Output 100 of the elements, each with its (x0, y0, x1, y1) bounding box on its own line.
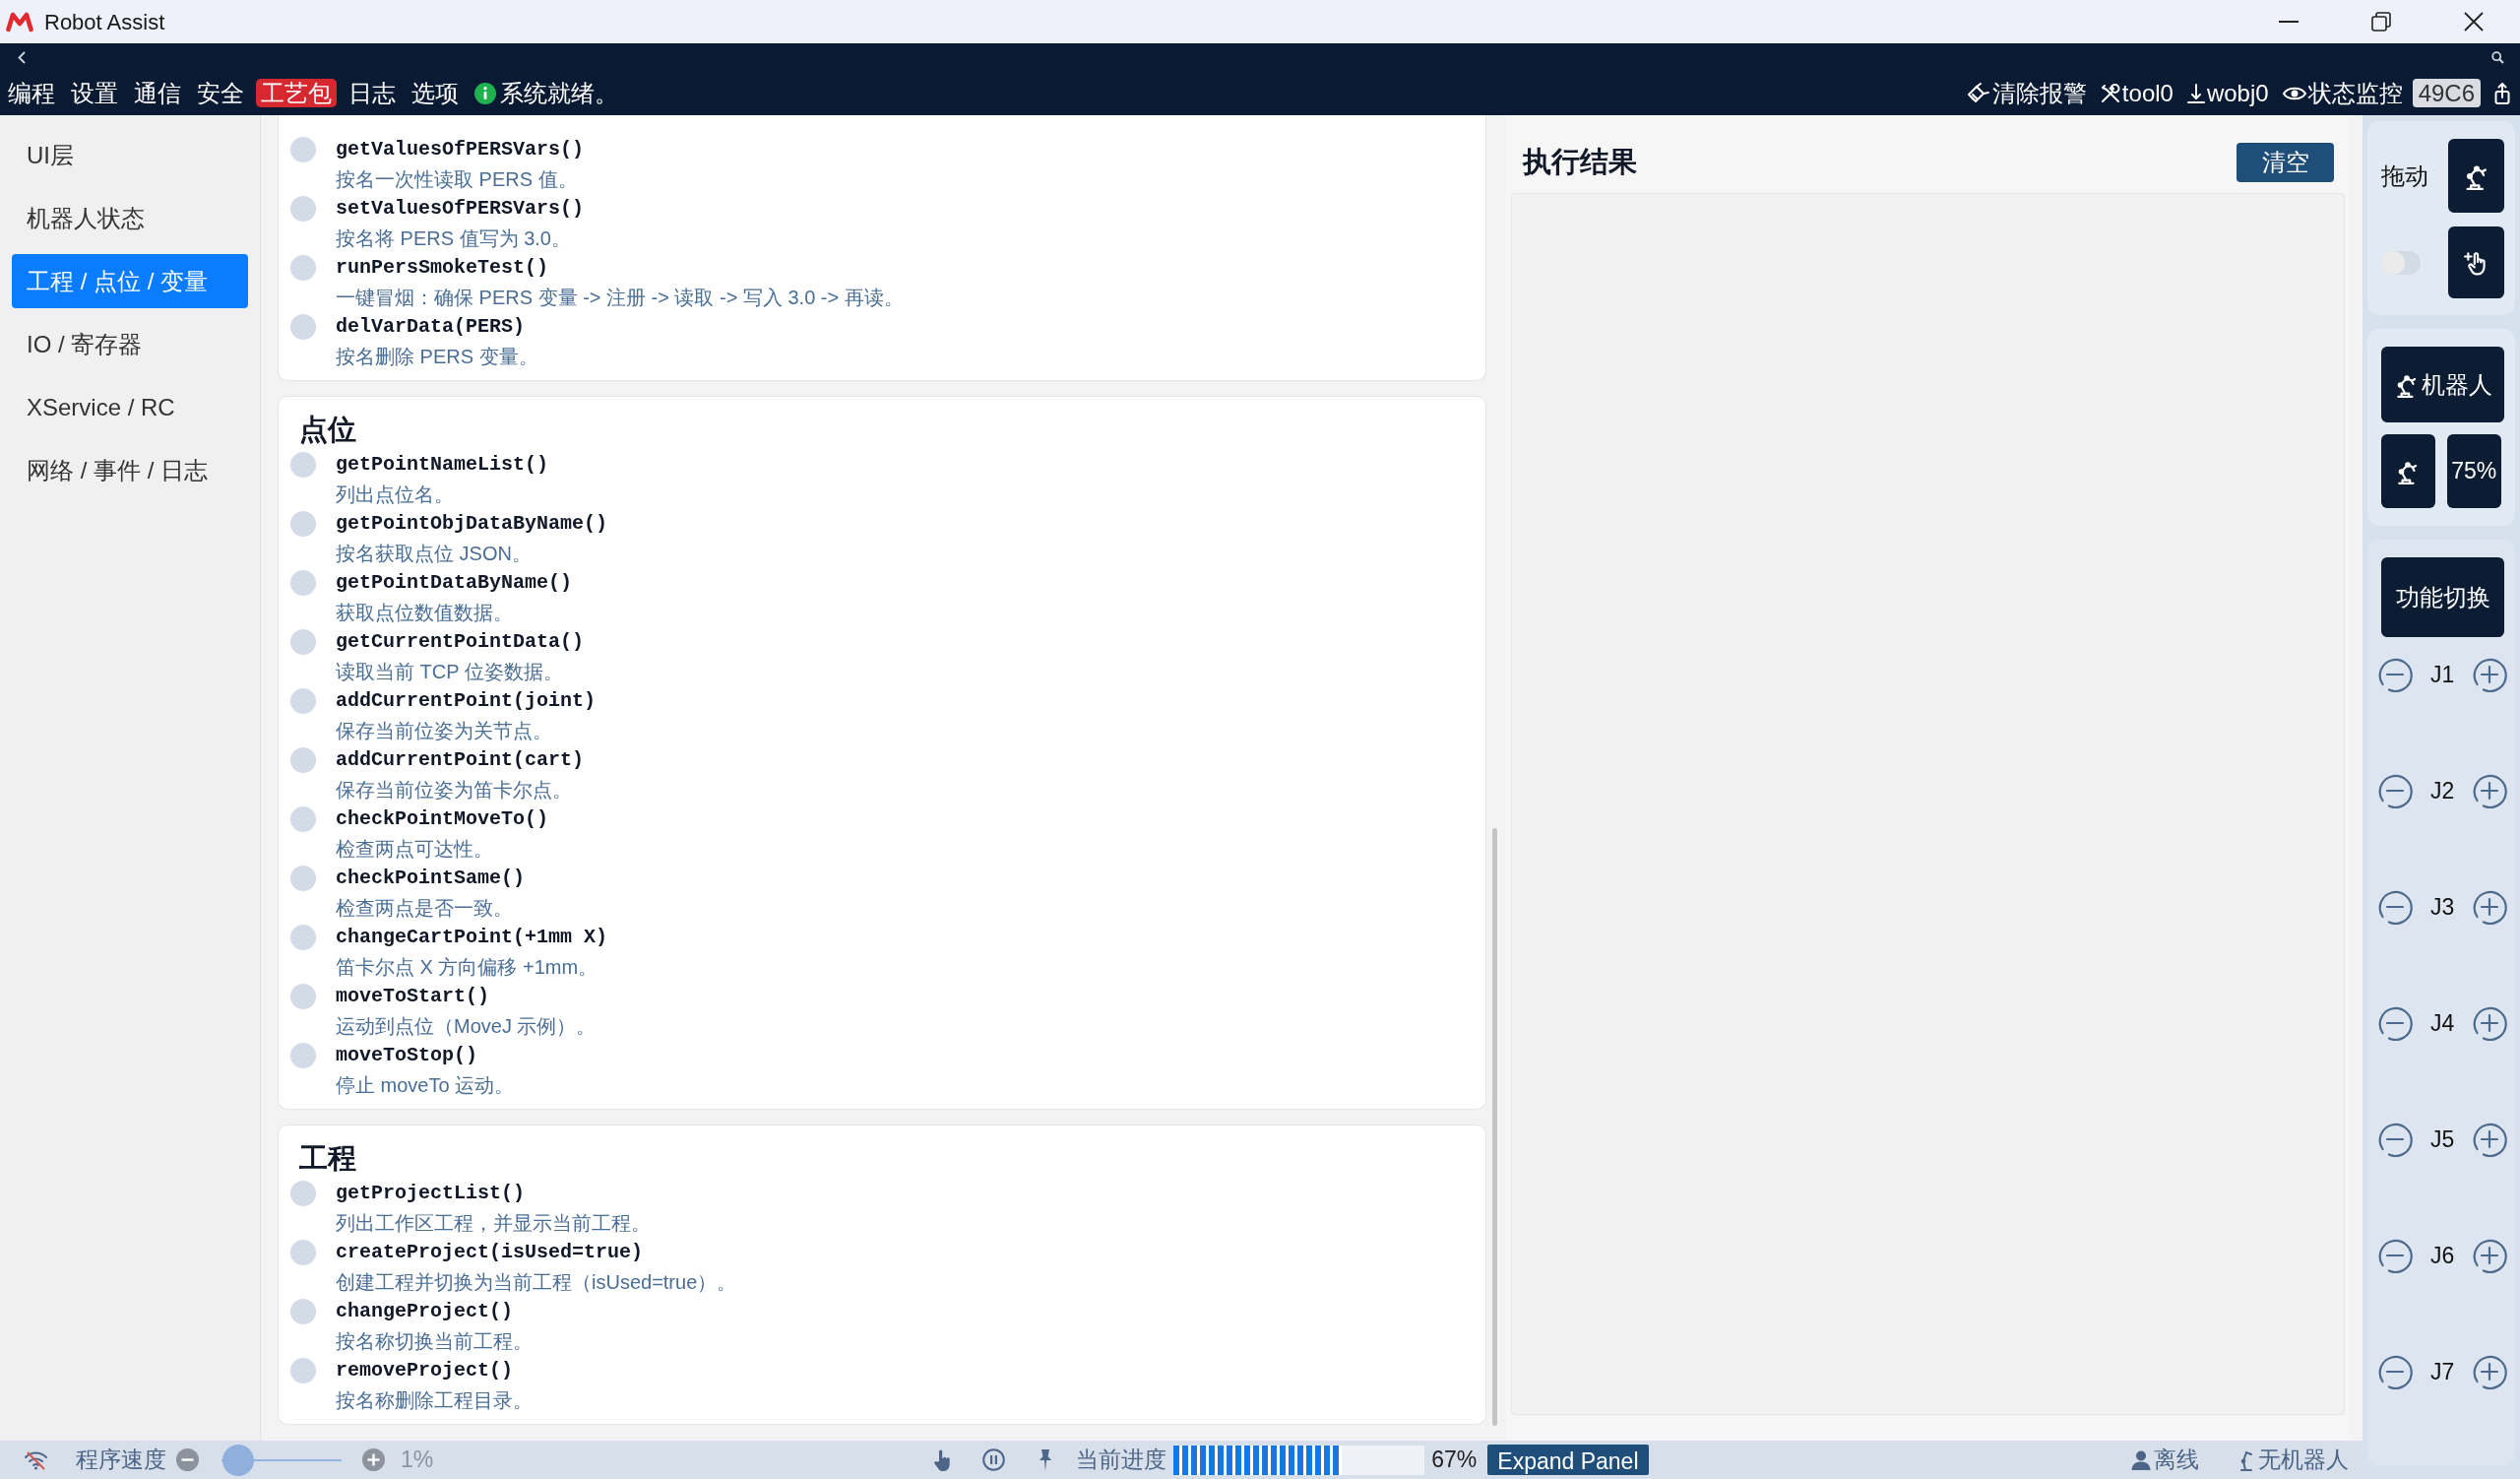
menu-tab[interactable]: 通信 (130, 79, 185, 107)
sidebar-item[interactable]: UI层 (12, 128, 248, 182)
function-description: 读取当前 TCP 位姿数据。 (336, 660, 564, 684)
function-name[interactable]: delVarData(PERS) (336, 312, 538, 342)
arrow-down-to-line-icon (2186, 83, 2205, 103)
plus-circle-icon[interactable] (2472, 657, 2507, 692)
robot-button[interactable]: 机器人 (2381, 347, 2504, 422)
plus-circle-icon[interactable] (2472, 1005, 2507, 1041)
function-name[interactable]: addCurrentPoint(joint) (336, 686, 597, 716)
minus-circle-icon[interactable] (2377, 657, 2413, 692)
function-description: 按名删除 PERS 变量。 (336, 345, 538, 369)
toolbar-button[interactable]: wobj0 (2186, 75, 2269, 111)
function-name[interactable]: moveToStart() (336, 982, 597, 1011)
joint-label: J5 (2430, 1125, 2454, 1154)
function-name[interactable]: runPersSmokeTest() (336, 253, 904, 283)
minus-circle-icon[interactable] (176, 1448, 199, 1471)
clear-button[interactable]: 清空 (2236, 143, 2334, 182)
upload-icon[interactable] (2494, 82, 2510, 104)
function-name[interactable]: moveToStop() (336, 1041, 515, 1070)
function-name[interactable]: getProjectList() (336, 1179, 651, 1208)
toolbar-button[interactable]: 清除报警 (1966, 75, 2087, 111)
plus-circle-icon[interactable] (362, 1448, 385, 1471)
plus-circle-icon[interactable] (2472, 1238, 2507, 1273)
plus-circle-icon[interactable] (2472, 1122, 2507, 1157)
function-description: 运动到点位（MoveJ 示例）。 (336, 1014, 597, 1039)
robot-arm-icon (2239, 1448, 2253, 1471)
menu-tab[interactable]: 编程 (4, 79, 59, 107)
mode-switch-button[interactable]: 功能切换 (2381, 557, 2504, 637)
touch-add-button[interactable] (2448, 226, 2504, 298)
toggle-switch[interactable] (2381, 250, 2421, 275)
slider-thumb[interactable] (221, 1444, 254, 1476)
joint-label: J2 (2430, 776, 2454, 805)
plus-circle-icon[interactable] (2472, 1354, 2507, 1389)
function-description: 笛卡尔点 X 方向偏移 +1mm。 (336, 955, 599, 980)
function-name[interactable]: getCurrentPointData() (336, 627, 585, 657)
eye-icon (2282, 85, 2306, 101)
function-description: 一键冒烟：确保 PERS 变量 -> 注册 -> 读取 -> 写入 3.0 -> 再读。 (336, 286, 904, 310)
function-description: 按名将 PERS 值写为 3.0。 (336, 226, 572, 251)
menu-tab[interactable]: 日志 (345, 79, 400, 107)
robot-arm-button[interactable] (2381, 434, 2435, 508)
function-name[interactable]: changeProject() (336, 1297, 533, 1326)
pause-icon[interactable] (982, 1448, 1006, 1471)
function-name[interactable]: getPointDataByName() (336, 568, 573, 598)
function-name[interactable]: createProject(isUsed=true) (336, 1238, 737, 1267)
speed-button[interactable]: 75% (2446, 434, 2501, 508)
minus-circle-icon[interactable] (2377, 889, 2413, 925)
joint-label: J3 (2430, 892, 2454, 922)
expand-panel-button[interactable]: Expand Panel (1487, 1445, 1649, 1475)
function-description: 列出点位名。 (336, 482, 455, 507)
drag-label: 拖动 (2381, 161, 2428, 191)
minus-circle-icon[interactable] (2377, 1354, 2413, 1389)
sidebar-item[interactable]: 网络 / 事件 / 日志 (12, 443, 248, 497)
chevron-left-icon[interactable] (18, 50, 26, 64)
info-icon (474, 82, 496, 104)
function-name[interactable]: setValuesOfPERSVars() (336, 194, 585, 224)
function-name[interactable]: getPointObjDataByName() (336, 509, 608, 539)
sidebar-item[interactable]: XService / RC (12, 380, 248, 434)
joint-label: J4 (2430, 1008, 2454, 1038)
toolbar-button[interactable]: tool0 (2100, 75, 2174, 111)
minus-circle-icon[interactable] (2377, 773, 2413, 808)
function-name[interactable]: getPointNameList() (336, 450, 549, 480)
speed-slider[interactable] (221, 1444, 342, 1476)
plus-circle-icon[interactable] (2472, 773, 2507, 808)
menu-tab[interactable]: 工艺包 (256, 79, 337, 107)
function-name[interactable]: checkPointSame() (336, 864, 526, 893)
menu-tab[interactable]: 选项 (408, 79, 463, 107)
minus-circle-icon[interactable] (2377, 1238, 2413, 1273)
robot-status: 无机器人 (2258, 1446, 2349, 1475)
pointer-hand-icon[interactable] (933, 1447, 953, 1472)
user-icon (2131, 1449, 2151, 1470)
system-status-text: 系统就绪。 (500, 78, 618, 108)
sidebar-item[interactable]: IO / 寄存器 (12, 317, 248, 371)
function-name[interactable]: getValuesOfPERSVars() (336, 135, 585, 164)
function-description: 检查两点可达性。 (336, 837, 494, 862)
joint-label: J7 (2430, 1357, 2454, 1386)
toolbar-button[interactable]: 状态监控 (2282, 75, 2403, 111)
section-title: 点位 (299, 413, 357, 447)
sidebar-item[interactable]: 机器人状态 (12, 191, 248, 245)
robot-arm-button[interactable] (2448, 139, 2504, 213)
sidebar-item[interactable]: 工程 / 点位 / 变量 (12, 254, 248, 308)
minus-circle-icon[interactable] (2377, 1122, 2413, 1157)
function-name[interactable]: checkPointMoveTo() (336, 804, 549, 834)
function-description: 列出工作区工程，并显示当前工程。 (336, 1211, 651, 1236)
function-description: 创建工程并切换为当前工程（isUsed=true）。 (336, 1270, 737, 1295)
close-icon[interactable] (2464, 12, 2484, 32)
function-name[interactable]: removeProject() (336, 1356, 533, 1385)
plus-circle-icon[interactable] (2472, 889, 2507, 925)
joint-label: J1 (2430, 660, 2454, 689)
broom-icon (1966, 82, 1990, 104)
minus-circle-icon[interactable] (2377, 1005, 2413, 1041)
menu-tab[interactable]: 设置 (67, 79, 122, 107)
restore-icon[interactable] (2371, 12, 2391, 32)
menu-tab[interactable]: 安全 (193, 79, 248, 107)
function-name[interactable]: changeCartPoint(+1mm X) (336, 923, 608, 952)
progress-label: 当前进度 (1076, 1446, 1167, 1475)
scrollbar[interactable] (1492, 828, 1497, 1426)
search-icon[interactable] (2491, 50, 2504, 64)
speed-label: 程序速度 (76, 1446, 166, 1475)
function-description: 获取点位数值数据。 (336, 601, 514, 625)
function-name[interactable]: addCurrentPoint(cart) (336, 745, 585, 775)
